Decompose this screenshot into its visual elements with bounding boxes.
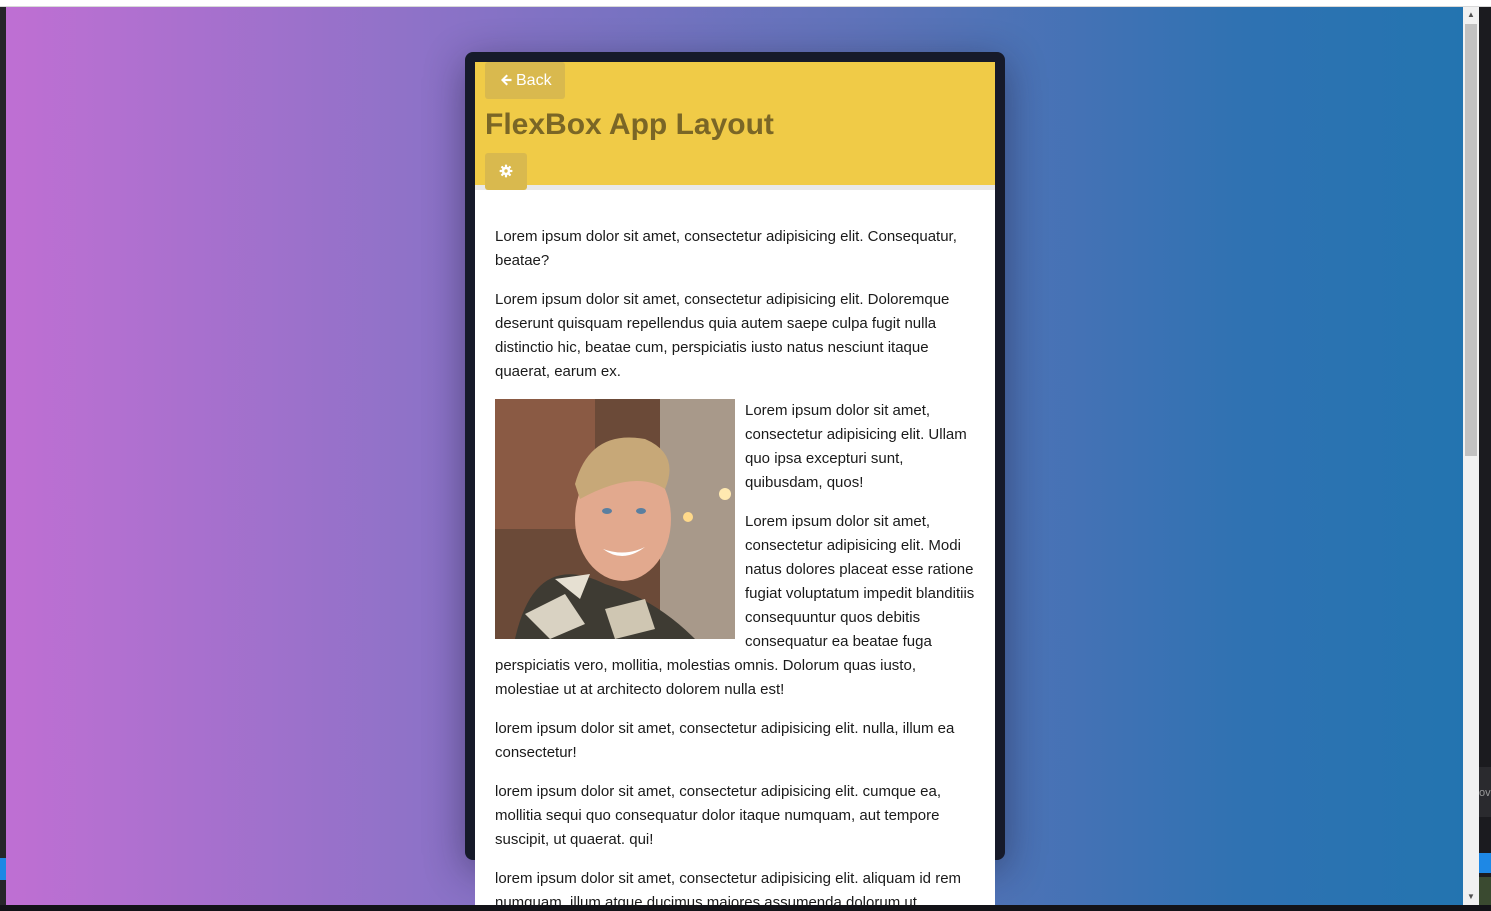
scroll-up-icon[interactable]: ▲ [1463, 7, 1479, 23]
page-scrollbar[interactable]: ▲ ▼ [1463, 7, 1479, 905]
paragraph: lorem ipsum dolor sit amet, consectetur … [495, 720, 955, 761]
settings-button[interactable] [485, 153, 527, 190]
back-button-label: Back [516, 72, 552, 89]
article-content: Lorem ipsum dolor sit amet, consectetur … [495, 225, 977, 905]
window-top-strip [0, 0, 1491, 7]
phone-frame: Back FlexBox App Layout Lorem ipsum dolo… [465, 52, 1005, 905]
arrow-left-icon [501, 74, 512, 86]
paragraph: Lorem ipsum dolor sit amet, consectetur … [495, 291, 950, 380]
background-window-strip: ov [1479, 7, 1491, 905]
page-viewport: Back FlexBox App Layout Lorem ipsum dolo… [6, 7, 1463, 905]
background-wallpaper [1479, 877, 1491, 905]
page-title: FlexBox App Layout [485, 108, 774, 141]
background-panel-text: ov [1479, 787, 1491, 799]
app-screen: Back FlexBox App Layout Lorem ipsum dolo… [475, 62, 995, 905]
background-blue-tab [1479, 853, 1491, 873]
paragraph: Lorem ipsum dolor sit amet, consectetur … [495, 228, 957, 269]
app-header: Back FlexBox App Layout [475, 62, 995, 190]
paragraph: lorem ipsum dolor sit amet, consectetur … [495, 783, 942, 848]
window-bottom-edge [0, 905, 1491, 911]
paragraph: lorem ipsum dolor sit amet, consectetur … [495, 870, 962, 905]
scroll-thumb[interactable] [1465, 24, 1477, 456]
gear-icon [499, 164, 513, 178]
profile-photo [495, 399, 735, 639]
scroll-down-icon[interactable]: ▼ [1463, 889, 1479, 905]
back-button[interactable]: Back [485, 62, 565, 99]
